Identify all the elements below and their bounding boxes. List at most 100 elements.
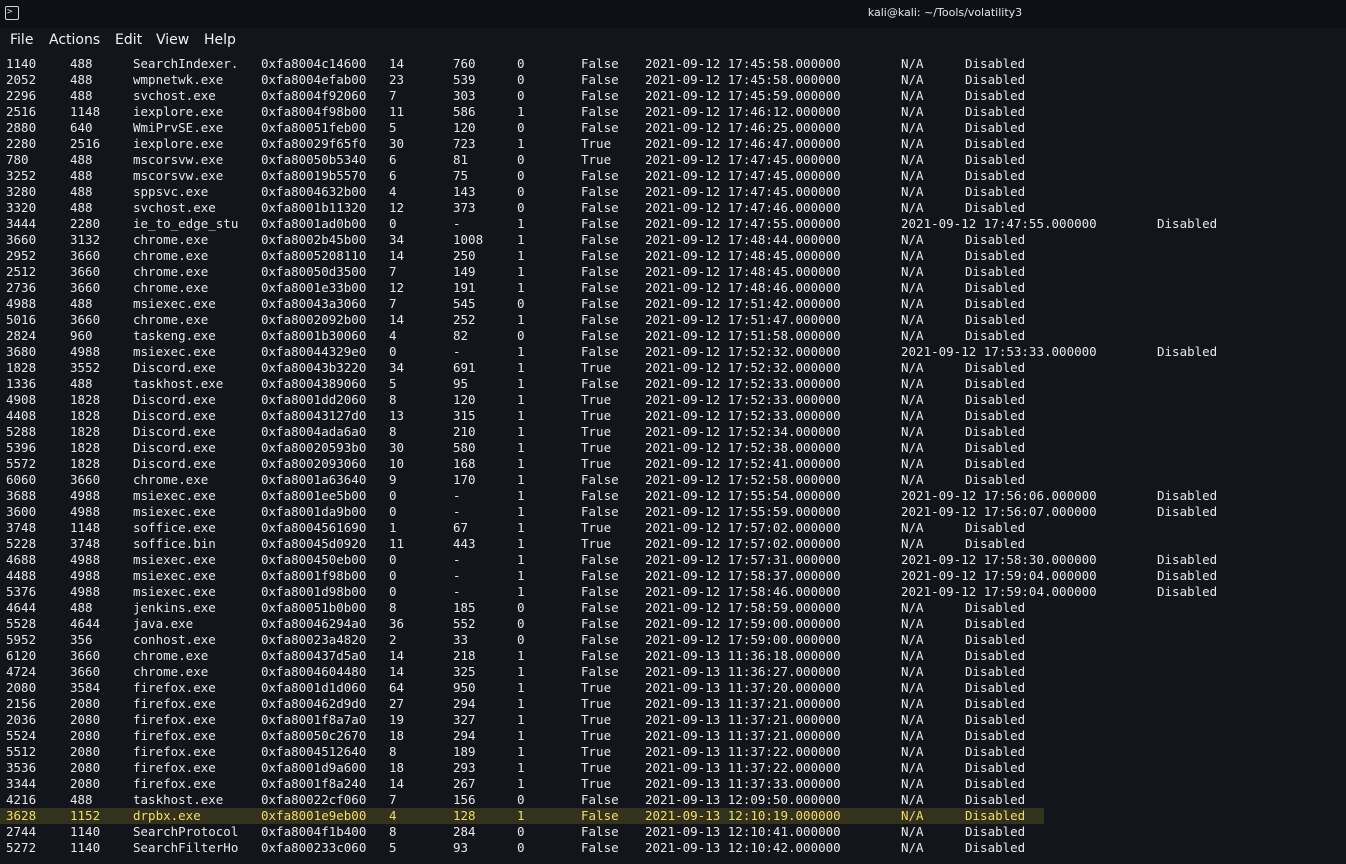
threads-cell: 13 xyxy=(389,408,405,423)
file-output-cell: Disabled xyxy=(965,824,1026,839)
file-output-cell: Disabled xyxy=(1157,488,1218,503)
wow64-cell: True xyxy=(581,712,612,727)
table-row[interactable]: 4488 4988 msiexec.exe 0xfa8001f98b00 0 - 1 Fals… xyxy=(0,568,1346,584)
table-row[interactable]: 5396 1828 Discord.exe 0xfa80020593b0 30 580 1 T… xyxy=(0,440,1346,456)
threads-cell: 23 xyxy=(389,72,405,87)
table-row[interactable]: 3660 3132 chrome.exe 0xfa8002b45b00 34 1008 1 F… xyxy=(0,232,1346,248)
pid-cell: 6120 xyxy=(6,648,37,663)
file-output-cell: Disabled xyxy=(965,600,1026,615)
wow64-cell: False xyxy=(581,232,619,247)
table-row[interactable]: 6060 3660 chrome.exe 0xfa8001a63640 9 170 1 Fal… xyxy=(0,472,1346,488)
threads-cell: 14 xyxy=(389,56,405,71)
table-row[interactable]: 5376 4988 msiexec.exe 0xfa8001d98b00 0 - 1 Fals… xyxy=(0,584,1346,600)
table-row[interactable]: 2736 3660 chrome.exe 0xfa8001e33b00 12 191 1 Fa… xyxy=(0,280,1346,296)
menu-actions[interactable]: Actions xyxy=(49,32,100,48)
file-output-cell: Disabled xyxy=(965,792,1026,807)
table-row[interactable]: 2952 3660 chrome.exe 0xfa8005208110 14 250 1 Fa… xyxy=(0,248,1346,264)
table-row[interactable]: 780 488 mscorsvw.exe 0xfa80050b5340 6 81 0 True… xyxy=(0,152,1346,168)
table-row[interactable]: 2280 2516 iexplore.exe 0xfa80029f65f0 30 723 1… xyxy=(0,136,1346,152)
table-row[interactable]: 4724 3660 chrome.exe 0xfa8004604480 14 325 1 Fa… xyxy=(0,664,1346,680)
table-row[interactable]: 4908 1828 Discord.exe 0xfa8001dd2060 8 120 1 Tr… xyxy=(0,392,1346,408)
table-row[interactable]: 3444 2280 ie_to_edge_stu 0xfa8001ad0b00 0 - 1 F… xyxy=(0,216,1346,232)
handles-cell: 75 xyxy=(453,168,469,183)
table-row[interactable]: 2512 3660 chrome.exe 0xfa80050d3500 7 149 1 Fal… xyxy=(0,264,1346,280)
exit-time-cell: N/A xyxy=(901,776,924,791)
handles-cell: 120 xyxy=(453,392,476,407)
table-row[interactable]: 4988 488 msiexec.exe 0xfa80043a3060 7 545 0 Fal… xyxy=(0,296,1346,312)
table-row[interactable]: 2036 2080 firefox.exe 0xfa8001f8a7a0 19 327 1 T… xyxy=(0,712,1346,728)
table-row[interactable]: 2824 960 taskeng.exe 0xfa8001b30060 4 82 0 Fals… xyxy=(0,328,1346,344)
table-row[interactable]: 3280 488 sppsvc.exe 0xfa8004632b00 4 143 0 Fals… xyxy=(0,184,1346,200)
file-output-cell: Disabled xyxy=(965,664,1026,679)
threads-cell: 30 xyxy=(389,440,405,455)
ppid-cell: 488 xyxy=(70,376,93,391)
table-row[interactable]: 3536 2080 firefox.exe 0xfa8001d9a600 18 293 1 T… xyxy=(0,760,1346,776)
image-name-cell: firefox.exe xyxy=(133,696,216,711)
table-row[interactable]: 3680 4988 msiexec.exe 0xfa80044329e0 0 - 1 Fals… xyxy=(0,344,1346,360)
table-row[interactable]: 3252 488 mscorsvw.exe 0xfa80019b5570 6 75 0 Fal… xyxy=(0,168,1346,184)
menu-file[interactable]: File xyxy=(10,32,33,48)
table-row[interactable]: 4644 488 jenkins.exe 0xfa80051b0b00 8 185 0 Fal… xyxy=(0,600,1346,616)
table-row[interactable]: 1140 488 SearchIndexer. 0xfa8004c14600 14 760… xyxy=(0,56,1346,72)
table-row[interactable]: 2744 1140 SearchProtocol 0xfa8004f1b400 8 284… xyxy=(0,824,1346,840)
table-row[interactable]: 3688 4988 msiexec.exe 0xfa8001ee5b00 0 - 1 Fals… xyxy=(0,488,1346,504)
menu-edit[interactable]: Edit xyxy=(115,32,142,48)
table-row[interactable]: 2296 488 svchost.exe 0xfa8004f92060 7 303 0 Fal… xyxy=(0,88,1346,104)
table-row[interactable]: 2880 640 WmiPrvSE.exe 0xfa80051feb00 5 120 0 Fa… xyxy=(0,120,1346,136)
offset-cell: 0xfa8001f8a240 xyxy=(261,776,367,791)
table-row[interactable]: 2156 2080 firefox.exe 0xfa800462d9d0 27 294 1 T… xyxy=(0,696,1346,712)
create-time-cell: 2021-09-13 12:09:50.000000 xyxy=(645,792,841,807)
window-title: kali@kali: ~/Tools/volatility3 xyxy=(867,6,1023,19)
table-row[interactable]: 6120 3660 chrome.exe 0xfa800437d5a0 14 218 1 Fa… xyxy=(0,648,1346,664)
offset-cell: 0xfa8004389060 xyxy=(261,376,367,391)
menu-help[interactable]: Help xyxy=(204,32,236,48)
table-row[interactable]: 4408 1828 Discord.exe 0xfa80043127d0 13 315 1 T… xyxy=(0,408,1346,424)
table-row-selected[interactable]: 3628 1152 drpbx.exe 0xfa8001e9eb00 4 128 1 Fals… xyxy=(0,808,1346,824)
handles-cell: 539 xyxy=(453,72,476,87)
threads-cell: 0 xyxy=(389,552,397,567)
table-row[interactable]: 5228 3748 soffice.bin 0xfa80045d0920 11 443 1 T… xyxy=(0,536,1346,552)
create-time-cell: 2021-09-12 17:52:33.000000 xyxy=(645,376,841,391)
handles-cell: 191 xyxy=(453,280,476,295)
pid-cell: 3444 xyxy=(6,216,37,231)
wow64-cell: False xyxy=(581,248,619,263)
threads-cell: 0 xyxy=(389,504,397,519)
table-row[interactable]: 5524 2080 firefox.exe 0xfa80050c2670 18 294 1 T… xyxy=(0,728,1346,744)
exit-time-cell: N/A xyxy=(901,392,924,407)
threads-cell: 8 xyxy=(389,744,397,759)
threads-cell: 5 xyxy=(389,376,397,391)
table-row[interactable]: 5272 1140 SearchFilterHo 0xfa800233c060 5 93 0… xyxy=(0,840,1346,856)
table-row[interactable]: 5572 1828 Discord.exe 0xfa8002093060 10 168 1 T… xyxy=(0,456,1346,472)
table-row[interactable]: 2080 3584 firefox.exe 0xfa8001d1d060 64 950 1 T… xyxy=(0,680,1346,696)
offset-cell: 0xfa8001d98b00 xyxy=(261,584,367,599)
table-row[interactable]: 5288 1828 Discord.exe 0xfa8004ada6a0 8 210 1 Tr… xyxy=(0,424,1346,440)
offset-cell: 0xfa8001d1d060 xyxy=(261,680,367,695)
table-row[interactable]: 5952 356 conhost.exe 0xfa80023a4820 2 33 0 Fals… xyxy=(0,632,1346,648)
table-row[interactable]: 5016 3660 chrome.exe 0xfa8002092b00 14 252 1 Fa… xyxy=(0,312,1346,328)
table-row[interactable]: 1336 488 taskhost.exe 0xfa8004389060 5 95 1 Fal… xyxy=(0,376,1346,392)
table-row[interactable]: 5528 4644 java.exe 0xfa80046294a0 36 552 0 Fals… xyxy=(0,616,1346,632)
exit-time-cell: 2021-09-12 17:56:07.000000 xyxy=(901,504,1097,519)
ppid-cell: 488 xyxy=(70,56,93,71)
pid-cell: 5524 xyxy=(6,728,37,743)
table-row[interactable]: 2052 488 wmpnetwk.exe 0xfa8004efab00 23 539 0 F… xyxy=(0,72,1346,88)
image-name-cell: iexplore.exe xyxy=(133,136,224,151)
table-row[interactable]: 3748 1148 soffice.exe 0xfa8004561690 1 67 1 Tru… xyxy=(0,520,1346,536)
handles-cell: 284 xyxy=(453,824,476,839)
file-output-cell: Disabled xyxy=(965,408,1026,423)
handles-cell: 580 xyxy=(453,440,476,455)
exit-time-cell: N/A xyxy=(901,760,924,775)
threads-cell: 0 xyxy=(389,344,397,359)
table-row[interactable]: 3344 2080 firefox.exe 0xfa8001f8a240 14 267 1 T… xyxy=(0,776,1346,792)
table-row[interactable]: 4688 4988 msiexec.exe 0xfa800450eb00 0 - 1 Fals… xyxy=(0,552,1346,568)
menu-view[interactable]: View xyxy=(156,32,189,48)
create-time-cell: 2021-09-12 17:57:02.000000 xyxy=(645,520,841,535)
table-row[interactable]: 5512 2080 firefox.exe 0xfa8004512640 8 189 1 Tr… xyxy=(0,744,1346,760)
pid-cell: 6060 xyxy=(6,472,37,487)
table-row[interactable]: 3600 4988 msiexec.exe 0xfa8001da9b00 0 - 1 Fals… xyxy=(0,504,1346,520)
table-row[interactable]: 2516 1148 iexplore.exe 0xfa8004f98b00 11 586 1… xyxy=(0,104,1346,120)
handles-cell: 252 xyxy=(453,312,476,327)
table-row[interactable]: 4216 488 taskhost.exe 0xfa80022cf060 7 156 0 Fa… xyxy=(0,792,1346,808)
table-row[interactable]: 1828 3552 Discord.exe 0xfa80043b3220 34 691 1 T… xyxy=(0,360,1346,376)
table-row[interactable]: 3320 488 svchost.exe 0xfa8001b11320 12 373 0 Fa… xyxy=(0,200,1346,216)
